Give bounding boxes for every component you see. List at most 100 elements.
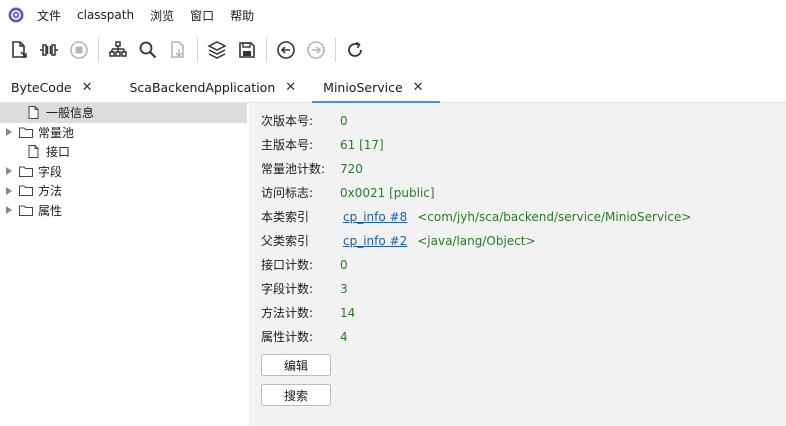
refresh-icon <box>348 41 362 57</box>
general-info-panel: 次版本号: 0 主版本号: 61 [17] 常量池计数: 720 访问标志: 0… <box>249 103 786 426</box>
tab-bytecode[interactable]: ByteCode ✕ <box>0 72 103 102</box>
back-icon <box>277 41 295 59</box>
expand-arrow-icon[interactable] <box>5 128 13 137</box>
tree-item-fields[interactable]: 字段 <box>0 162 247 182</box>
super-class-label: 父类索引 <box>261 234 310 248</box>
expand-arrow-icon[interactable] <box>5 206 13 215</box>
open-file-button[interactable] <box>6 37 32 63</box>
menu-browse[interactable]: 浏览 <box>150 7 174 24</box>
app-logo-icon <box>8 7 24 23</box>
interfaces-count-label: 接口计数: <box>261 258 314 272</box>
toolbar-separator <box>98 38 99 62</box>
access-flags-label: 访问标志: <box>261 186 314 200</box>
minor-version-value: 0 <box>340 113 348 128</box>
close-icon[interactable]: ✕ <box>285 80 296 95</box>
this-class-row: 本类索引 cp_info #8 <com/jyh/sca/backend/ser… <box>261 208 691 225</box>
super-class-row: 父类索引 cp_info #2 <java/lang/Object> <box>261 232 536 249</box>
tree-item-interfaces[interactable]: 接口 <box>0 142 247 162</box>
download-icon <box>171 41 184 58</box>
editor-tabs: ByteCode ✕ ScaBackendApplication ✕ Minio… <box>0 72 786 103</box>
tree-item-methods[interactable]: 方法 <box>0 181 247 201</box>
tab-minio-service[interactable]: MinioService ✕ <box>312 72 440 103</box>
interfaces-count-row: 接口计数: 0 <box>261 256 348 273</box>
expand-arrow-icon[interactable] <box>5 186 13 195</box>
tab-label: MinioService <box>323 79 403 95</box>
forward-icon <box>307 41 325 59</box>
tab-label: ByteCode <box>11 79 72 95</box>
file-icon <box>27 106 41 120</box>
interfaces-count-value: 0 <box>340 257 348 272</box>
layers-button[interactable] <box>204 37 230 63</box>
download-button[interactable] <box>165 37 191 63</box>
attributes-count-row: 属性计数: 4 <box>261 328 348 345</box>
major-version-row: 主版本号: 61 [17] <box>261 136 384 153</box>
minor-version-row: 次版本号: 0 <box>261 112 348 129</box>
constant-pool-count-label: 常量池计数: <box>261 162 326 176</box>
file-icon <box>27 145 41 159</box>
tree-item-label: 接口 <box>46 145 71 160</box>
toolbar-separator <box>197 38 198 62</box>
menu-window[interactable]: 窗口 <box>190 7 214 24</box>
access-flags-value: 0x0021 [public] <box>340 185 435 200</box>
tree-item-constant-pool[interactable]: 常量池 <box>0 123 247 143</box>
expand-arrow-icon[interactable] <box>5 167 13 176</box>
constant-pool-count-value: 720 <box>340 161 363 176</box>
tree-item-label: 属性 <box>38 203 63 218</box>
methods-count-row: 方法计数: 14 <box>261 304 355 321</box>
this-class-label: 本类索引 <box>261 210 310 224</box>
major-version-value: 61 [17] <box>340 137 384 152</box>
close-icon[interactable]: ✕ <box>82 80 93 95</box>
folder-icon <box>19 165 33 178</box>
edit-button[interactable]: 编辑 <box>261 354 331 376</box>
menu-help[interactable]: 帮助 <box>230 7 254 24</box>
attributes-count-value: 4 <box>340 329 348 344</box>
this-class-link[interactable]: cp_info #8 <box>343 210 407 224</box>
folder-icon <box>19 204 33 217</box>
refresh-button[interactable] <box>342 37 368 63</box>
tree-item-attributes[interactable]: 属性 <box>0 201 247 221</box>
tree-item-label: 常量池 <box>38 125 75 140</box>
methods-count-label: 方法计数: <box>261 306 314 320</box>
access-flags-row: 访问标志: 0x0021 [public] <box>261 184 435 201</box>
forward-button[interactable] <box>303 37 329 63</box>
layers-icon <box>207 41 227 59</box>
search-button[interactable]: 搜索 <box>261 384 331 406</box>
folder-icon <box>19 184 33 197</box>
toolbar-separator <box>266 38 267 62</box>
super-class-link[interactable]: cp_info #2 <box>343 234 407 248</box>
tree-item-general-info[interactable]: 一般信息 <box>0 103 247 123</box>
attributes-count-label: 属性计数: <box>261 330 314 344</box>
stop-icon <box>70 41 88 59</box>
bytecode-button[interactable] <box>36 37 62 63</box>
save-button[interactable] <box>234 37 260 63</box>
hierarchy-button[interactable] <box>105 37 131 63</box>
tree-item-label: 字段 <box>38 164 63 179</box>
fields-count-value: 3 <box>340 281 348 296</box>
toolbar-separator <box>335 38 336 62</box>
back-button[interactable] <box>273 37 299 63</box>
hierarchy-icon <box>109 41 127 57</box>
fields-count-label: 字段计数: <box>261 282 314 296</box>
fields-count-row: 字段计数: 3 <box>261 280 348 297</box>
bytecode-icon <box>40 44 58 56</box>
search-icon <box>139 41 157 59</box>
folder-icon <box>19 126 33 139</box>
minor-version-label: 次版本号: <box>261 114 314 128</box>
major-version-label: 主版本号: <box>261 138 314 152</box>
toolbar <box>0 34 786 66</box>
menu-bar: 文件 classpath 浏览 窗口 帮助 <box>0 0 786 30</box>
search-button[interactable] <box>135 37 161 63</box>
methods-count-value: 14 <box>340 305 356 320</box>
menu-classpath[interactable]: classpath <box>77 8 134 22</box>
open-file-icon <box>12 41 27 58</box>
constant-pool-count-row: 常量池计数: 720 <box>261 160 363 177</box>
tree-item-label: 方法 <box>38 184 63 199</box>
this-class-value: <com/jyh/sca/backend/service/MinioServic… <box>417 209 692 224</box>
close-icon[interactable]: ✕ <box>413 80 424 95</box>
stop-button[interactable] <box>66 37 92 63</box>
tab-label: ScaBackendApplication <box>129 79 276 95</box>
tab-sca-backend-application[interactable]: ScaBackendApplication ✕ <box>118 72 307 102</box>
super-class-value: <java/lang/Object> <box>417 233 536 248</box>
menu-file[interactable]: 文件 <box>37 7 61 24</box>
tree-item-label: 一般信息 <box>46 106 95 121</box>
